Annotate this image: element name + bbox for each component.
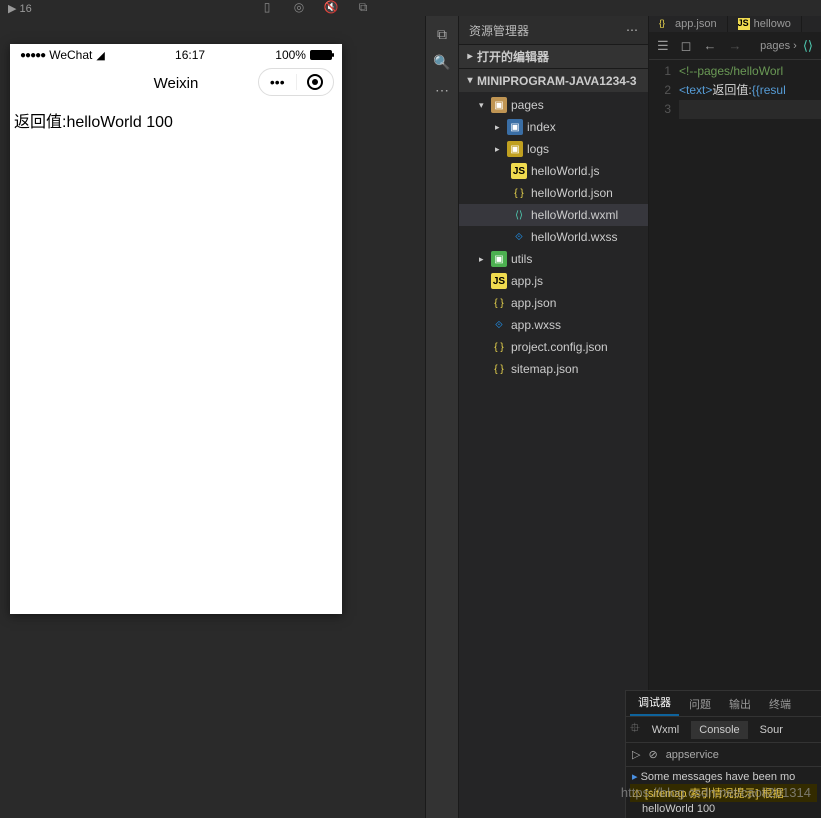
explorer-title: 资源管理器 (469, 22, 529, 39)
activity-bar: ⧉ 🔍 ⋯ (425, 16, 459, 818)
tab-output[interactable]: 输出 (721, 692, 759, 716)
tab-issues[interactable]: 问题 (681, 692, 719, 716)
console-line: helloWorld 100 (630, 802, 817, 816)
chevron-right-icon: ▸ (463, 51, 477, 62)
back-icon[interactable]: ← (703, 38, 716, 53)
folder-logs[interactable]: ▸▣logs (459, 138, 648, 160)
top-toolbar-icons: ▯ ◎ 🔇 ⧉ (260, 0, 370, 16)
debug-tabs: 调试器 问题 输出 终端 (626, 691, 821, 717)
search-icon[interactable]: 🔍 (426, 48, 458, 76)
inspect-icon[interactable]: ⯐ (630, 719, 640, 741)
page-title: Weixin (154, 75, 199, 92)
debug-subtabs: ⯐ Wxml Console Sour (626, 717, 821, 743)
file-app-js[interactable]: JSapp.js (459, 270, 648, 292)
clock-label: 16:17 (175, 48, 205, 62)
signal-icon: ●●●●● (20, 50, 45, 61)
phone-statusbar: ●●●●● WeChat ◢ 16:17 100% (10, 44, 342, 66)
capsule-menu-icon[interactable]: ••• (259, 74, 297, 90)
carrier-label: WeChat (49, 48, 92, 62)
file-sitemap-json[interactable]: { }sitemap.json (459, 358, 648, 380)
subtab-wxml[interactable]: Wxml (644, 721, 688, 739)
mute-icon[interactable]: 🔇 (324, 0, 338, 14)
toggle-sidebar-icon[interactable]: ☰ (657, 38, 669, 54)
file-helloworld-js[interactable]: JShelloWorld.js (459, 160, 648, 182)
file-helloworld-wxml[interactable]: ⟨⟩helloWorld.wxml (459, 204, 648, 226)
simulator-panel: ●●●●● WeChat ◢ 16:17 100% Weixin ••• 返回值… (0, 16, 425, 818)
tab-terminal[interactable]: 终端 (761, 692, 799, 716)
folder-index[interactable]: ▸▣index (459, 116, 648, 138)
file-app-json[interactable]: { }app.json (459, 292, 648, 314)
console-line: Some messages have been mo (630, 769, 817, 784)
file-tree: ▾▣pages ▸▣index ▸▣logs JShelloWorld.js {… (459, 92, 648, 382)
folder-pages[interactable]: ▾▣pages (459, 94, 648, 116)
chevron-down-icon: ▾ (463, 75, 477, 86)
phone-frame: ●●●●● WeChat ◢ 16:17 100% Weixin ••• 返回值… (10, 44, 342, 614)
capsule-button[interactable]: ••• (258, 68, 334, 96)
battery-icon (310, 50, 332, 60)
project-label: MINIPROGRAM-JAVA1234-3 (477, 74, 637, 88)
page-content: 返回值:helloWorld 100 (10, 100, 342, 140)
copy-icon[interactable]: ⧉ (356, 0, 370, 14)
editor-toolbar: ☰ ◻ ← → pages › ⟨⟩ (649, 32, 821, 60)
more-icon[interactable]: ⋯ (426, 76, 458, 104)
wifi-icon: ◢ (96, 49, 104, 62)
play-icon[interactable]: ▷ (632, 748, 640, 761)
file-project-config[interactable]: { }project.config.json (459, 336, 648, 358)
tab-debugger[interactable]: 调试器 (630, 690, 679, 716)
breadcrumb-file-icon: ⟨⟩ (803, 38, 813, 54)
project-section[interactable]: ▾ MINIPROGRAM-JAVA1234-3 (459, 68, 648, 92)
console-toolbar: ▷ ⊘ appservice (626, 743, 821, 767)
top-strip: ▶ 16 (0, 0, 821, 16)
editor-panel: {}app.json JShellowo ☰ ◻ ← → pages › ⟨⟩ … (649, 16, 821, 818)
watermark: https://blog.csdn.net/caoli201314 (621, 785, 811, 800)
file-helloworld-wxss[interactable]: ⟐helloWorld.wxss (459, 226, 648, 248)
bookmark-icon[interactable]: ◻ (681, 38, 692, 54)
explorer-header: 资源管理器 ⋯ (459, 16, 648, 44)
device-icon[interactable]: ▯ (260, 0, 274, 14)
battery-label: 100% (275, 48, 306, 62)
files-icon[interactable]: ⧉ (426, 20, 458, 48)
explorer-more-icon[interactable]: ⋯ (626, 23, 638, 37)
record-icon[interactable]: ◎ (292, 0, 306, 14)
clear-icon[interactable]: ⊘ (648, 748, 657, 761)
tab-app-json[interactable]: {}app.json (649, 16, 728, 32)
subtab-sources[interactable]: Sour (752, 721, 791, 739)
explorer-panel: 资源管理器 ⋯ ▸ 打开的编辑器 ▾ MINIPROGRAM-JAVA1234-… (459, 16, 649, 818)
file-helloworld-json[interactable]: { }helloWorld.json (459, 182, 648, 204)
folder-utils[interactable]: ▸▣utils (459, 248, 648, 270)
open-editors-label: 打开的编辑器 (477, 48, 549, 65)
breadcrumb[interactable]: pages › (760, 40, 797, 52)
capsule-close-icon[interactable] (297, 74, 334, 90)
open-editors-section[interactable]: ▸ 打开的编辑器 (459, 44, 648, 68)
file-app-wxss[interactable]: ⟐app.wxss (459, 314, 648, 336)
context-selector[interactable]: appservice (666, 749, 719, 761)
subtab-console[interactable]: Console (691, 721, 747, 739)
editor-tabs: {}app.json JShellowo (649, 16, 821, 32)
phone-navbar: Weixin ••• (10, 66, 342, 100)
tab-hellowo[interactable]: JShellowo (728, 16, 802, 32)
forward-icon[interactable]: → (728, 38, 741, 53)
